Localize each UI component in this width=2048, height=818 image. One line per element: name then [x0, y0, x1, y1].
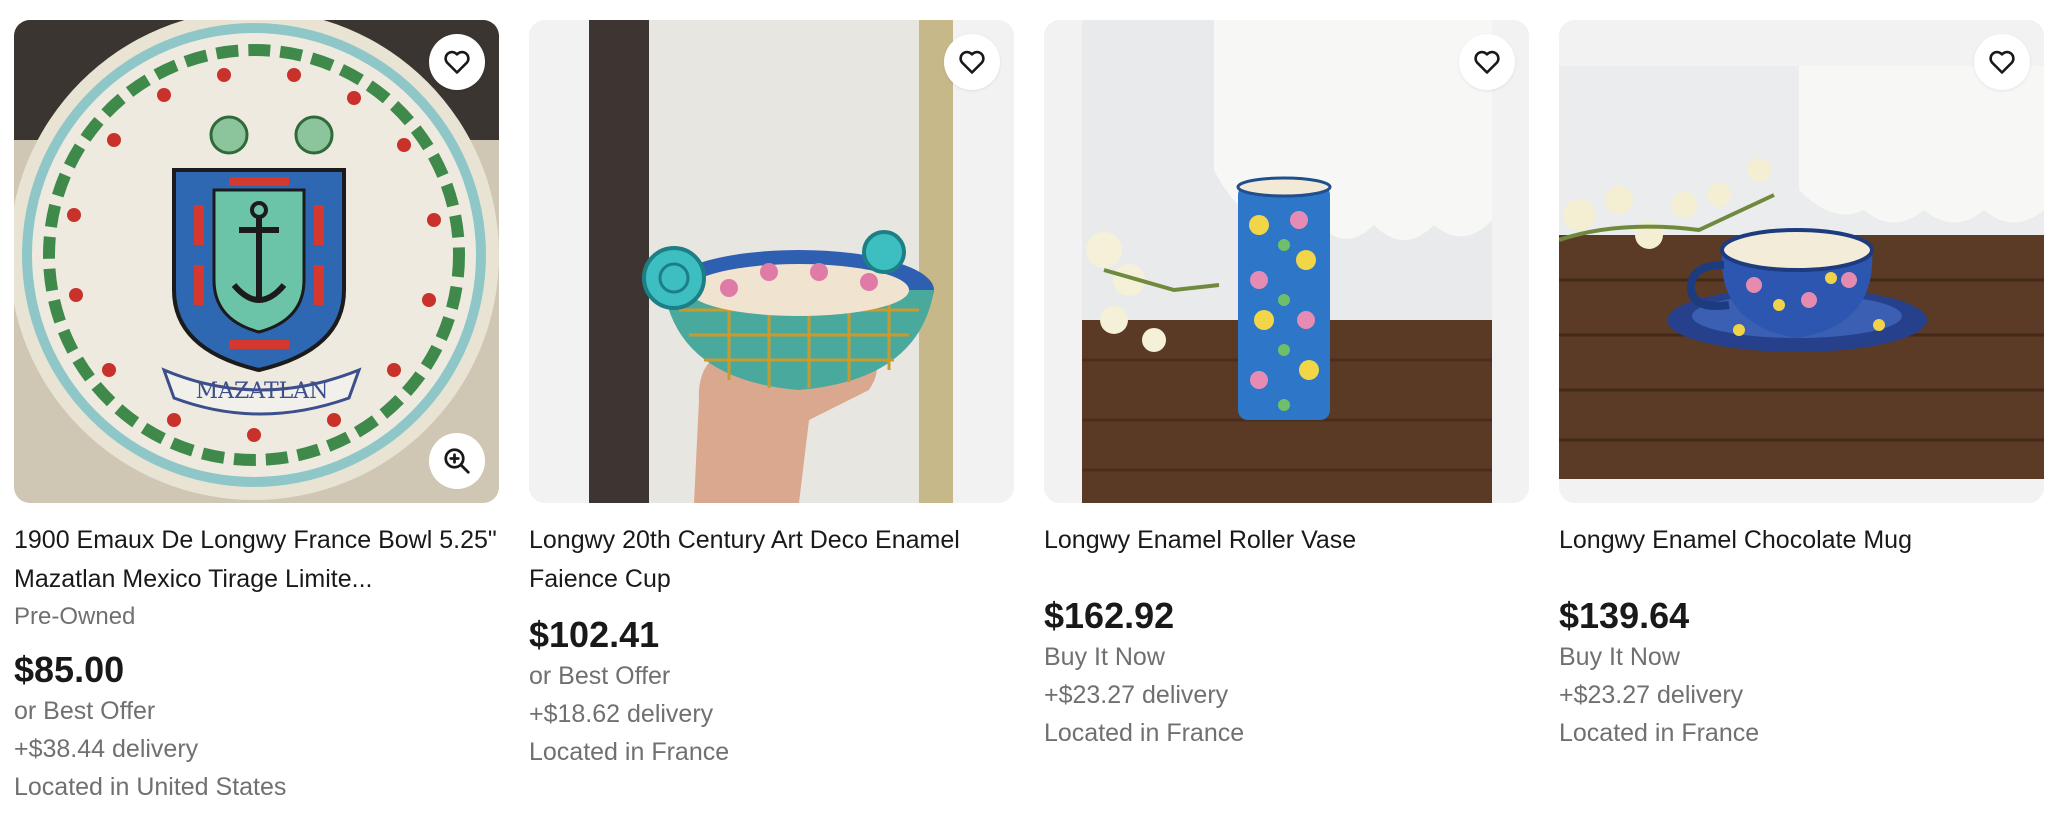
listing-title[interactable]: Longwy Enamel Roller Vase — [1044, 521, 1529, 560]
listing-price: $139.64 — [1559, 595, 1690, 636]
listing-card[interactable]: Longwy Enamel Roller Vase $162.92 Buy It… — [1044, 20, 1529, 806]
listing-condition: Pre-Owned — [14, 603, 136, 630]
zoom-in-icon — [444, 448, 470, 474]
listing-delivery: +$38.44 delivery — [14, 735, 199, 763]
listing-location: Located in France — [529, 738, 730, 766]
listing-purchase-option: or Best Offer — [529, 662, 671, 690]
listing-location: Located in France — [1559, 719, 1760, 747]
vase-photo — [1044, 20, 1529, 503]
listing-delivery: +$23.27 delivery — [1044, 681, 1229, 709]
listing-price: $85.00 — [14, 649, 125, 690]
cup-photo — [529, 20, 1014, 503]
heart-icon — [444, 50, 470, 74]
listing-price: $102.41 — [529, 614, 660, 655]
zoom-button[interactable] — [429, 433, 485, 489]
bowl-plate-photo: MAZATLAN — [14, 20, 499, 503]
watch-heart-button[interactable] — [429, 34, 485, 90]
listing-image[interactable] — [1559, 20, 2044, 503]
listing-title[interactable]: Longwy Enamel Chocolate Mug — [1559, 521, 2044, 560]
watch-heart-button[interactable] — [944, 34, 1000, 90]
listing-image[interactable] — [529, 20, 1014, 503]
listing-delivery: +$18.62 delivery — [529, 700, 714, 728]
listing-title[interactable]: 1900 Emaux De Longwy France Bowl 5.25" M… — [14, 521, 499, 599]
listing-card[interactable]: Longwy 20th Century Art Deco Enamel Faie… — [529, 20, 1014, 806]
heart-icon — [959, 50, 985, 74]
listing-purchase-option: or Best Offer — [14, 697, 156, 725]
heart-icon — [1474, 50, 1500, 74]
listing-card[interactable]: MAZATLAN 1900 Emaux De Longwy France Bow… — [14, 20, 499, 806]
heart-icon — [1989, 50, 2015, 74]
listing-image[interactable] — [1044, 20, 1529, 503]
listing-delivery: +$23.27 delivery — [1559, 681, 1744, 709]
listing-card[interactable]: Longwy Enamel Chocolate Mug $139.64 Buy … — [1559, 20, 2044, 806]
plate-inscription: MAZATLAN — [196, 379, 329, 404]
listing-grid: MAZATLAN 1900 Emaux De Longwy France Bow… — [14, 20, 2044, 806]
watch-heart-button[interactable] — [1459, 34, 1515, 90]
listing-price: $162.92 — [1044, 595, 1175, 636]
watch-heart-button[interactable] — [1974, 34, 2030, 90]
listing-purchase-option: Buy It Now — [1559, 643, 1680, 671]
listing-location: Located in France — [1044, 719, 1245, 747]
listing-location: Located in United States — [14, 773, 287, 801]
listing-image[interactable]: MAZATLAN — [14, 20, 499, 503]
listing-purchase-option: Buy It Now — [1044, 643, 1165, 671]
listing-title[interactable]: Longwy 20th Century Art Deco Enamel Faie… — [529, 521, 1014, 599]
mug-photo — [1559, 20, 2044, 503]
